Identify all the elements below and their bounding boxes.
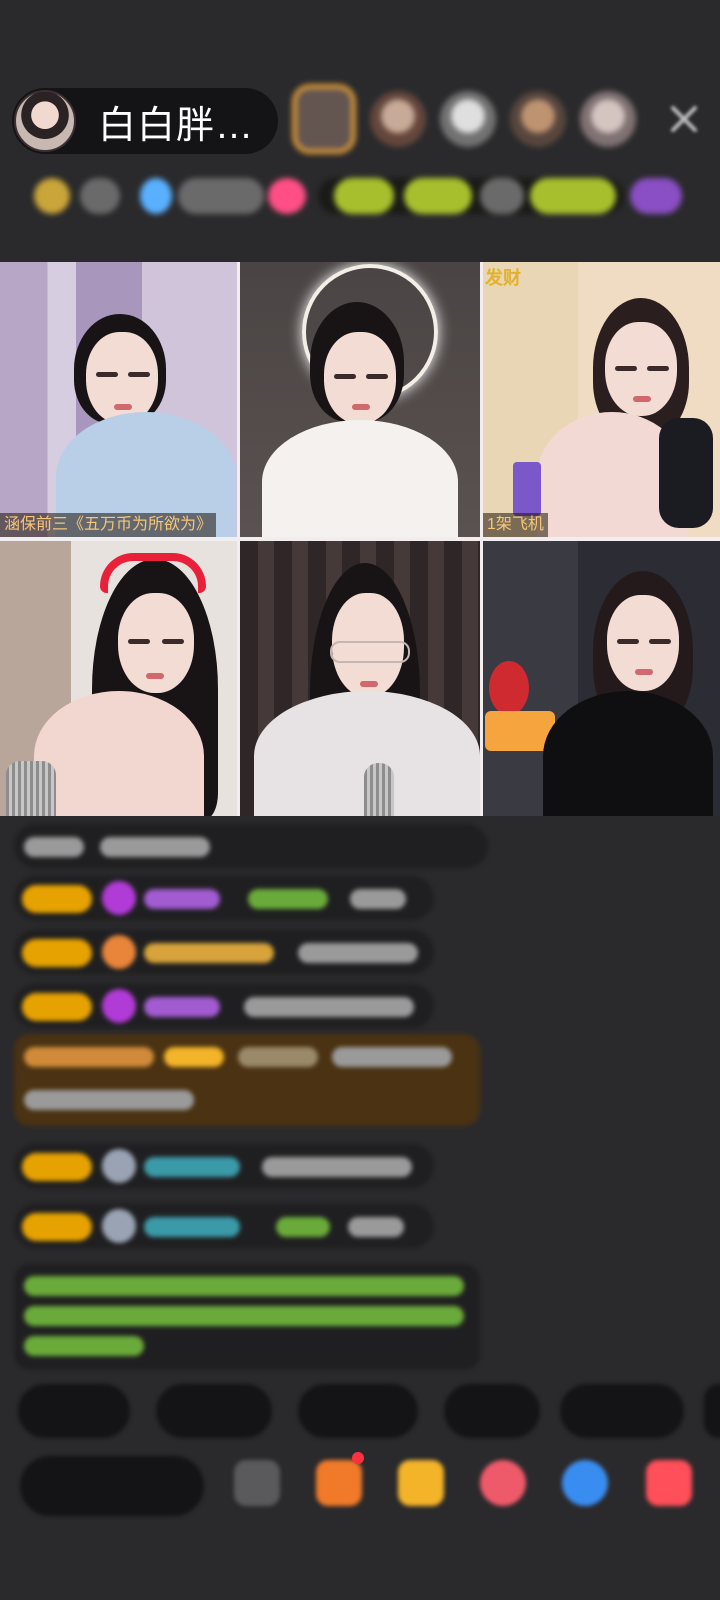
share-icon[interactable]	[562, 1460, 608, 1506]
room-badges-row[interactable]	[18, 170, 704, 222]
emoji-icon[interactable]	[234, 1460, 280, 1506]
chat-message	[14, 1144, 434, 1188]
quick-reply-chip[interactable]	[18, 1384, 130, 1438]
quick-reply-chip[interactable]	[298, 1384, 418, 1438]
microphone	[659, 418, 713, 528]
chat-input[interactable]	[20, 1456, 204, 1516]
badge-icon	[140, 178, 172, 214]
viewer-avatar[interactable]	[510, 91, 566, 147]
close-button[interactable]	[664, 102, 704, 142]
glasses	[330, 641, 410, 663]
chat-message	[14, 930, 434, 974]
gift-message	[14, 1034, 480, 1126]
sticker-label: 发财	[485, 268, 521, 288]
guest-video-seat-2[interactable]	[240, 262, 480, 537]
guest-video-seat-1[interactable]: 涵保前三《五万币为所欲为》	[0, 262, 237, 537]
plush-toy	[489, 661, 529, 715]
quick-reply-row	[18, 1384, 720, 1440]
bottom-action-bar	[0, 1452, 720, 1518]
quick-reply-chip[interactable]	[560, 1384, 684, 1438]
quick-reply-chip[interactable]	[704, 1384, 720, 1438]
viewer-avatar[interactable]	[580, 91, 636, 147]
gift-icon[interactable]	[646, 1460, 692, 1506]
gift-box-icon[interactable]	[316, 1460, 362, 1506]
host-info-pill[interactable]: 白白胖…	[12, 88, 278, 154]
quick-reply-chip[interactable]	[156, 1384, 272, 1438]
chat-message	[14, 876, 434, 920]
top-bar: 白白胖…	[0, 80, 720, 160]
quick-reply-chip[interactable]	[444, 1384, 540, 1438]
chat-message	[14, 1204, 434, 1248]
seat-caption: 1架飞机	[483, 513, 548, 537]
guest-video-seat-4[interactable]	[0, 541, 237, 816]
badge-icon	[630, 178, 682, 214]
microphone	[364, 763, 394, 816]
notification-dot	[352, 1452, 364, 1464]
viewer-avatar[interactable]	[292, 84, 356, 154]
chat-message	[14, 824, 488, 868]
seat-caption: 涵保前三《五万币为所欲为》	[0, 513, 217, 537]
microphone	[6, 761, 56, 816]
top-viewers-list	[292, 84, 636, 154]
chat-message	[14, 984, 434, 1028]
viewer-avatar[interactable]	[440, 91, 496, 147]
close-icon	[671, 106, 697, 132]
activity-icon[interactable]	[480, 1460, 526, 1506]
badge-icon	[268, 178, 306, 214]
host-name[interactable]: 白白胖…	[98, 94, 254, 149]
guest-video-seat-3[interactable]: 发财 1架飞机	[483, 262, 720, 537]
system-notice	[14, 1264, 480, 1370]
headband	[100, 553, 206, 593]
host-avatar[interactable]	[14, 90, 76, 152]
badge-icon	[34, 178, 70, 214]
multi-guest-video-grid: 涵保前三《五万币为所欲为》 发财 1架飞机	[0, 262, 720, 816]
guest-video-seat-6[interactable]	[483, 541, 720, 816]
red-packet-icon[interactable]	[398, 1460, 444, 1506]
viewer-avatar[interactable]	[370, 91, 426, 147]
guest-video-seat-5[interactable]	[240, 541, 480, 816]
